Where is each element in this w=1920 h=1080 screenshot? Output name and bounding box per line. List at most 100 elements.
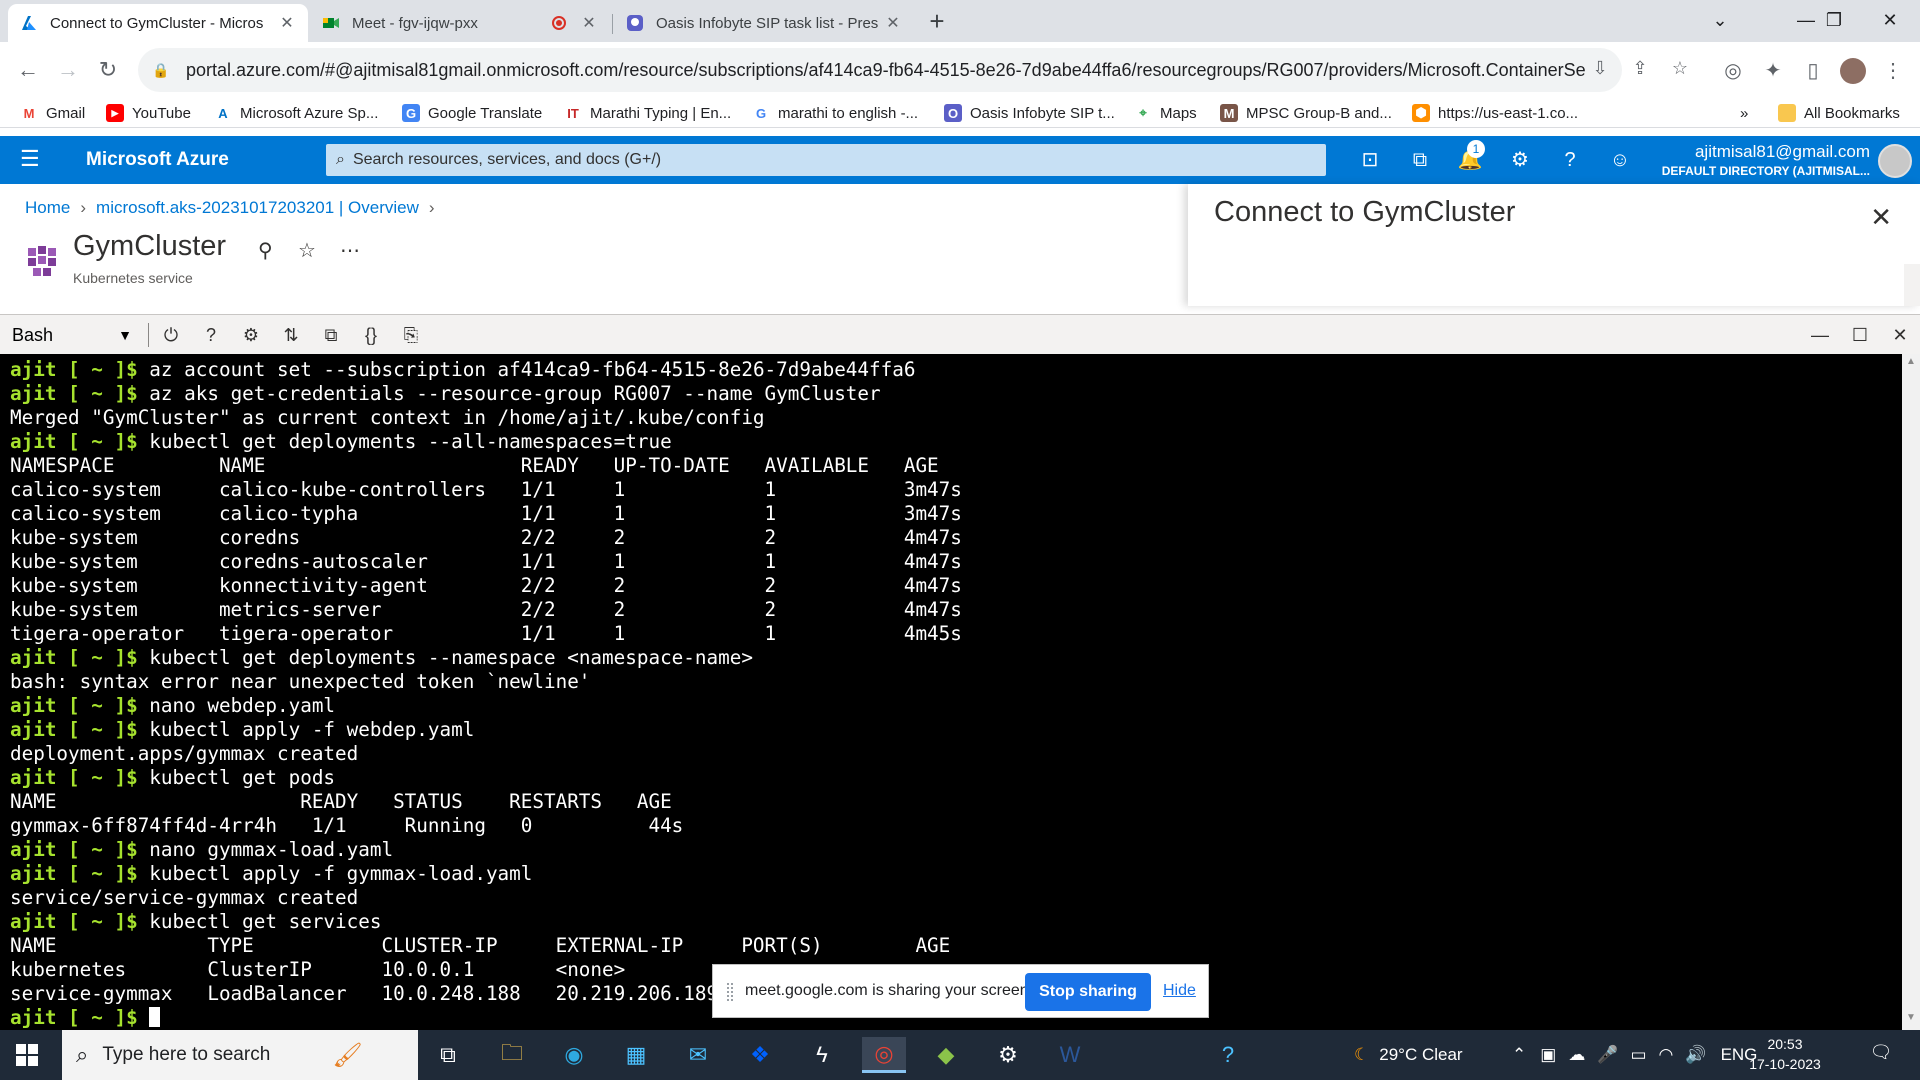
- weather-widget[interactable]: ☾ 29°C Clear: [1354, 1030, 1463, 1080]
- minimize-icon[interactable]: —: [1806, 321, 1834, 349]
- file-explorer-icon[interactable]: 🗀: [490, 1037, 534, 1073]
- editor-braces-icon[interactable]: {}: [358, 322, 384, 348]
- grammarly-icon[interactable]: ◎: [1720, 58, 1746, 84]
- upload-download-icon[interactable]: ⇅: [278, 322, 304, 348]
- panel-scrollbar[interactable]: [1904, 264, 1920, 306]
- bookmark-maps[interactable]: ⌖ Maps: [1134, 101, 1196, 125]
- taskbar-search-input[interactable]: [102, 1044, 303, 1066]
- close-window-icon[interactable]: ✕: [1862, 0, 1918, 40]
- help-icon[interactable]: ?: [198, 322, 224, 348]
- avatar[interactable]: [1878, 144, 1912, 178]
- tray-app-icon[interactable]: ▣: [1540, 1045, 1556, 1065]
- terminal-line: ajit [ ~ ]$ kubectl get pods: [10, 766, 962, 790]
- bookmarks-more-button[interactable]: »: [1740, 101, 1748, 125]
- volume-icon[interactable]: 🔊: [1685, 1045, 1706, 1065]
- windows-start-icon[interactable]: [16, 1044, 38, 1066]
- bookmark-marathi-english[interactable]: Gmarathi to english -...: [752, 101, 918, 125]
- close-icon[interactable]: ✕: [1870, 202, 1892, 233]
- tab-azure[interactable]: Connect to GymCluster - Micros ✕: [8, 4, 308, 42]
- user-account[interactable]: ajitmisal81@gmail.com DEFAULT DIRECTORY …: [1662, 142, 1870, 178]
- site-info-icon[interactable]: 🔒: [152, 62, 174, 79]
- feedback-icon[interactable]: ☺: [1606, 146, 1634, 174]
- word-icon[interactable]: W: [1048, 1037, 1092, 1073]
- scroll-up-icon[interactable]: ▲: [1902, 356, 1920, 372]
- hamburger-menu-icon[interactable]: ☰: [20, 148, 40, 170]
- help-icon[interactable]: ?: [1556, 146, 1584, 174]
- bookmark-translate[interactable]: G Google Translate: [402, 101, 542, 125]
- tab-meet[interactable]: Meet - fgv-ijqw-pxx ✕: [310, 4, 610, 42]
- bookmark-aws[interactable]: ⬢ https://us-east-1.co...: [1412, 101, 1578, 125]
- extensions-icon[interactable]: ✦: [1760, 58, 1786, 84]
- app-bolt-icon[interactable]: ϟ: [800, 1037, 844, 1073]
- azure-search-box[interactable]: ⌕: [326, 144, 1326, 176]
- azure-search-input[interactable]: [352, 151, 1253, 169]
- settings-icon[interactable]: ⚙: [986, 1037, 1030, 1073]
- azure-brand[interactable]: Microsoft Azure: [86, 149, 229, 171]
- taskbar-search[interactable]: ⌕ 🖌: [62, 1030, 418, 1080]
- reload-icon[interactable]: ↻: [92, 54, 124, 86]
- drag-handle[interactable]: [727, 983, 733, 1001]
- dropbox-icon[interactable]: ❖: [738, 1037, 782, 1073]
- scroll-down-icon[interactable]: ▼: [1902, 1012, 1920, 1028]
- directory-filter-icon[interactable]: ⧉: [1406, 146, 1434, 174]
- breadcrumb-home[interactable]: Home: [25, 198, 70, 217]
- terminal-scrollbar[interactable]: ▲ ▼: [1902, 354, 1920, 1030]
- forward-icon[interactable]: →: [52, 54, 84, 86]
- side-panel-icon[interactable]: ▯: [1800, 58, 1826, 84]
- bookmark-oasis[interactable]: O Oasis Infobyte SIP t...: [944, 101, 1115, 125]
- favorite-star-icon[interactable]: ☆: [298, 238, 316, 263]
- chevron-up-icon[interactable]: ⌃: [1512, 1045, 1526, 1065]
- tab-search-icon[interactable]: ⌄: [1692, 0, 1748, 40]
- shell-type-select[interactable]: Bash ▼: [12, 323, 132, 347]
- terminal[interactable]: ajit [ ~ ]$ az account set --subscriptio…: [0, 354, 1920, 1030]
- shell-prompt: ajit [ ~ ]$: [10, 694, 138, 717]
- battery-icon[interactable]: ▭: [1630, 1045, 1646, 1065]
- settings-icon[interactable]: ⚙: [1506, 146, 1534, 174]
- close-icon[interactable]: ✕: [278, 13, 296, 33]
- bookmark-star-icon[interactable]: ☆: [1668, 58, 1692, 82]
- restore-icon[interactable]: ❐: [1806, 0, 1862, 40]
- microphone-icon[interactable]: 🎤: [1597, 1045, 1618, 1065]
- hide-link[interactable]: Hide: [1163, 982, 1196, 1000]
- all-bookmarks[interactable]: All Bookmarks: [1778, 101, 1900, 125]
- open-new-session-icon[interactable]: ⧉: [318, 322, 344, 348]
- cloud-shell-icon[interactable]: ⊡: [1356, 146, 1384, 174]
- stop-sharing-button[interactable]: Stop sharing: [1025, 973, 1151, 1011]
- new-tab-button[interactable]: +: [922, 8, 952, 36]
- clock[interactable]: 20:53 17-10-2023: [1740, 1034, 1830, 1074]
- power-icon[interactable]: ⏻: [158, 322, 184, 348]
- menu-icon[interactable]: ⋮: [1880, 58, 1906, 84]
- profile-avatar[interactable]: [1840, 58, 1866, 84]
- shell-output: service-gymmax LoadBalancer 10.0.248.188…: [10, 982, 719, 1005]
- omnibox[interactable]: 🔒 portal.azure.com/#@ajitmisal81gmail.on…: [138, 48, 1688, 92]
- bookmark-youtube[interactable]: ▶ YouTube: [106, 101, 191, 125]
- task-view-icon[interactable]: ⧉: [426, 1037, 470, 1073]
- web-preview-icon[interactable]: ⎘: [398, 322, 424, 348]
- more-options-icon[interactable]: ⋯: [340, 238, 360, 263]
- share-icon[interactable]: ⇪: [1628, 58, 1652, 82]
- notification-center-icon[interactable]: 🗨: [1868, 1042, 1894, 1068]
- settings-icon[interactable]: ⚙: [238, 322, 264, 348]
- back-icon[interactable]: ←: [12, 54, 44, 86]
- close-icon[interactable]: ✕: [580, 13, 598, 33]
- mail-icon[interactable]: ✉: [676, 1037, 720, 1073]
- close-icon[interactable]: ✕: [884, 13, 902, 33]
- store-icon[interactable]: ▦: [614, 1037, 658, 1073]
- breadcrumb-overview[interactable]: microsoft.aks-20231017203201 | Overview: [96, 198, 419, 217]
- install-icon[interactable]: ⇩: [1588, 58, 1612, 82]
- bookmark-mpsc[interactable]: M MPSC Group-B and...: [1220, 101, 1392, 125]
- bluestacks-icon[interactable]: ◆: [924, 1037, 968, 1073]
- wifi-icon[interactable]: ◠: [1659, 1045, 1674, 1065]
- bookmark-azure[interactable]: A Microsoft Azure Sp...: [214, 101, 378, 125]
- edge-icon[interactable]: ◉: [552, 1037, 596, 1073]
- bookmark-marathi-typing[interactable]: IT Marathi Typing | En...: [564, 101, 731, 125]
- help-icon[interactable]: ?: [1206, 1037, 1250, 1073]
- bookmark-label: Gmail: [46, 104, 86, 122]
- close-icon[interactable]: ✕: [1886, 321, 1914, 349]
- pin-icon[interactable]: ⚲: [258, 238, 273, 263]
- maximize-icon[interactable]: ☐: [1846, 321, 1874, 349]
- chrome-icon[interactable]: ◎: [862, 1037, 906, 1073]
- onedrive-icon[interactable]: ☁: [1568, 1045, 1585, 1065]
- tab-oasis[interactable]: Oasis Infobyte SIP task list - Pres ✕: [614, 4, 914, 42]
- bookmark-gmail[interactable]: M Gmail: [20, 101, 86, 125]
